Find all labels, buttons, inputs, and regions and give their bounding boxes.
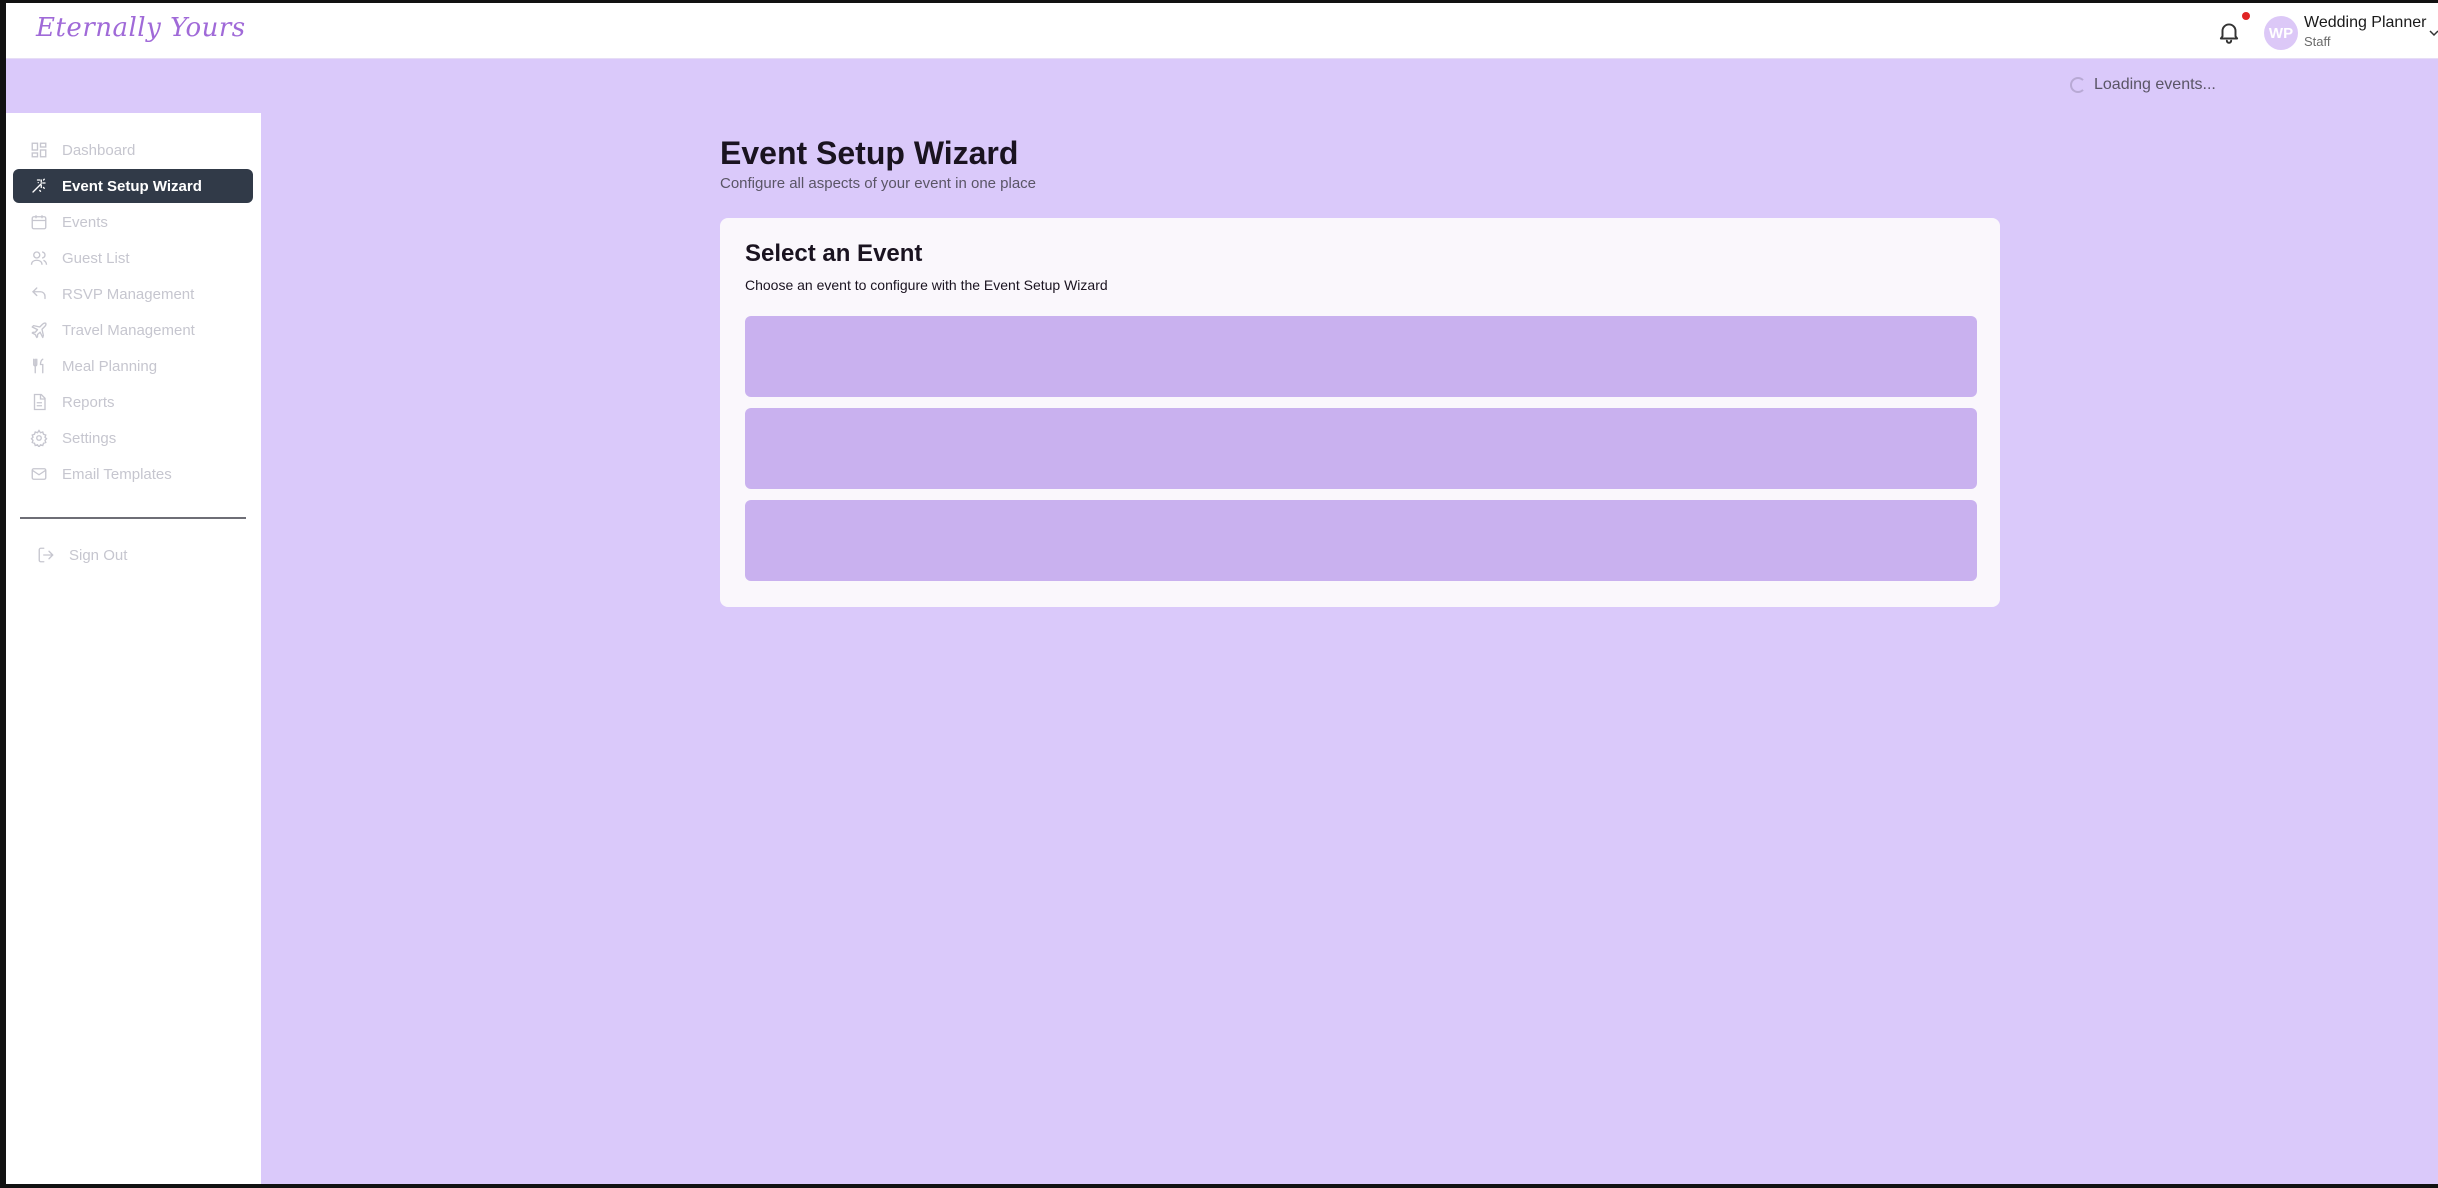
chevron-down-icon[interactable] xyxy=(2428,27,2438,39)
user-name[interactable]: Wedding Planner xyxy=(2304,14,2426,32)
sidebar-item-settings[interactable]: Settings xyxy=(13,421,253,455)
sign-out-label: Sign Out xyxy=(69,546,128,564)
wand-icon xyxy=(32,178,46,193)
select-event-card: Select an Event Choose an event to confi… xyxy=(720,218,2000,607)
sidebar-item-label: Dashboard xyxy=(62,141,136,159)
loading-text: Loading events... xyxy=(2094,76,2216,93)
logout-icon xyxy=(38,547,54,563)
user-role: Staff xyxy=(2304,34,2331,49)
sign-out-button[interactable]: Sign Out xyxy=(37,540,127,570)
sidebar-item-label: Email Templates xyxy=(62,465,172,483)
sidebar-item-label: Reports xyxy=(62,393,115,411)
sidebar-item-email-templates[interactable]: Email Templates xyxy=(13,457,253,491)
users-icon xyxy=(30,251,48,265)
gear-icon xyxy=(30,429,48,447)
sidebar-item-label: RSVP Management xyxy=(62,285,195,303)
sidebar-item-label: Event Setup Wizard xyxy=(62,177,202,195)
card-description: Choose an event to configure with the Ev… xyxy=(745,277,1108,293)
utensils-icon xyxy=(33,358,44,374)
sidebar-item-label: Guest List xyxy=(62,249,130,267)
sidebar-item-rsvp-management[interactable]: RSVP Management xyxy=(13,277,253,311)
app-window: Eternally Yours WP Wedding Planner Staff… xyxy=(6,3,2438,1184)
sidebar-item-reports[interactable]: Reports xyxy=(13,385,253,419)
brand-logo[interactable]: Eternally Yours xyxy=(36,13,246,43)
sidebar-item-dashboard[interactable]: Dashboard xyxy=(13,133,253,167)
sidebar-divider xyxy=(20,517,246,519)
event-skeleton-placeholder xyxy=(745,408,1977,489)
reply-icon xyxy=(32,287,46,300)
file-icon xyxy=(33,393,46,411)
calendar-icon xyxy=(31,215,47,230)
sidebar-item-label: Meal Planning xyxy=(62,357,158,375)
sidebar-item-event-setup-wizard[interactable]: Event Setup Wizard xyxy=(13,169,253,203)
page-title: Event Setup Wizard xyxy=(720,135,1019,171)
bell-icon[interactable] xyxy=(2216,19,2242,45)
mail-icon xyxy=(31,468,47,480)
avatar[interactable]: WP xyxy=(2264,16,2298,50)
loading-indicator: Loading events... xyxy=(2070,76,2216,94)
sidebar: Dashboard Event Setup Wizard Events Gues… xyxy=(6,113,261,1184)
sidebar-item-travel-management[interactable]: Travel Management xyxy=(13,313,253,347)
sidebar-item-label: Travel Management xyxy=(62,321,195,339)
dashboard-icon xyxy=(31,142,47,158)
sidebar-item-label: Events xyxy=(62,213,108,231)
page-subtitle: Configure all aspects of your event in o… xyxy=(720,175,1037,192)
sidebar-item-meal-planning[interactable]: Meal Planning xyxy=(13,349,253,383)
plane-icon xyxy=(31,322,47,339)
event-skeleton-placeholder xyxy=(745,500,1977,581)
event-skeleton-placeholder xyxy=(745,316,1977,397)
sidebar-item-events[interactable]: Events xyxy=(13,205,253,239)
top-header: Eternally Yours WP Wedding Planner Staff xyxy=(6,3,2438,59)
sidebar-item-guest-list[interactable]: Guest List xyxy=(13,241,253,275)
sidebar-item-label: Settings xyxy=(62,429,117,447)
spinner-icon xyxy=(2070,77,2086,93)
notification-badge xyxy=(2242,12,2250,20)
card-title: Select an Event xyxy=(745,240,923,267)
